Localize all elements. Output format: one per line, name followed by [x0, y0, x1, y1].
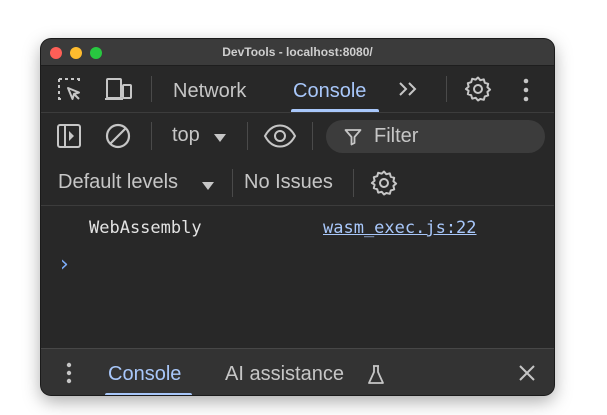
chevron-down-icon: [202, 182, 214, 190]
issues-label: No Issues: [244, 171, 333, 193]
window-title: DevTools - localhost:8080/: [222, 45, 373, 59]
console-toolbar: top Filter: [41, 113, 554, 157]
filter-funnel-icon: [344, 129, 362, 146]
drawer-tab-console[interactable]: Console: [108, 363, 181, 386]
console-source-link[interactable]: wasm_exec.js:22: [323, 218, 477, 238]
drawer-toolbar: Console AI assistance: [41, 348, 554, 395]
context-selector[interactable]: top: [172, 124, 200, 147]
flask-icon: [368, 365, 384, 384]
inspect-element-icon[interactable]: [56, 76, 84, 104]
live-expression-eye-icon[interactable]: [263, 123, 297, 149]
console-toolbar-secondary: Default levels No Issues: [41, 159, 554, 206]
more-tabs-icon[interactable]: [397, 78, 421, 100]
console-input[interactable]: [81, 254, 541, 278]
drawer-tab-ai-label: AI assistance: [225, 363, 344, 385]
title-bar: DevTools - localhost:8080/: [41, 39, 554, 66]
log-levels-label: Default levels: [58, 171, 179, 193]
drawer-active-tab-indicator: [105, 393, 192, 395]
toolbar-divider: [232, 169, 233, 197]
filter-placeholder: Filter: [374, 125, 419, 147]
drawer-menu-icon[interactable]: [65, 362, 73, 384]
clear-console-icon[interactable]: [104, 122, 132, 150]
context-label: top: [172, 124, 200, 146]
toolbar-divider: [151, 122, 152, 150]
show-sidebar-icon[interactable]: [56, 123, 82, 149]
log-levels-dropdown[interactable]: Default levels: [58, 171, 178, 194]
device-toolbar-icon[interactable]: [104, 76, 134, 104]
active-tab-indicator: [291, 109, 379, 112]
toolbar-divider: [151, 76, 152, 102]
settings-gear-icon[interactable]: [464, 75, 492, 103]
close-drawer-icon[interactable]: [517, 363, 537, 383]
console-settings-gear-icon[interactable]: [370, 169, 398, 197]
toolbar-divider: [247, 122, 248, 150]
filter-input[interactable]: Filter: [326, 120, 545, 153]
toolbar-divider: [353, 169, 354, 197]
main-toolbar: Network Console: [41, 66, 554, 113]
devtools-window: DevTools - localhost:8080/ Network Conso…: [41, 39, 554, 395]
console-prompt-icon: ›: [60, 252, 69, 277]
issues-button[interactable]: No Issues: [244, 171, 333, 194]
tab-network[interactable]: Network: [173, 80, 246, 103]
tab-console[interactable]: Console: [293, 80, 366, 103]
drawer-tab-ai-assistance[interactable]: AI assistance: [225, 363, 344, 386]
toolbar-divider: [446, 76, 447, 102]
console-message: WebAssembly: [89, 218, 202, 238]
kebab-menu-icon[interactable]: [521, 77, 531, 103]
chevron-down-icon: [214, 134, 226, 142]
toolbar-divider: [312, 122, 313, 150]
console-output: WebAssembly wasm_exec.js:22 ›: [41, 206, 554, 348]
